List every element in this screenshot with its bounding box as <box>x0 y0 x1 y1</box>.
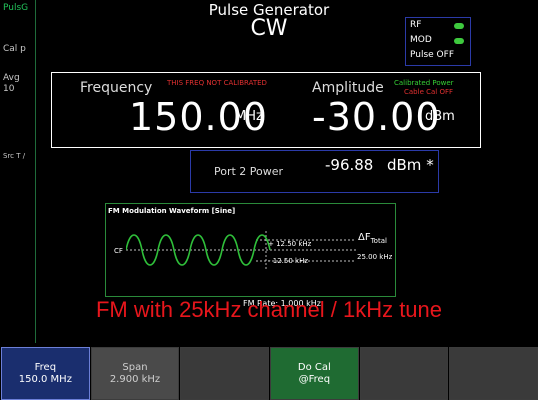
status-panel: RF MOD Pulse OFF <box>405 17 471 66</box>
frequency-unit: MHz <box>235 109 263 124</box>
amplitude-label: Amplitude <box>312 80 384 96</box>
sidebar-item-avg: Avg <box>3 73 20 83</box>
fm-plus-deviation: + 12.50 kHz <box>268 240 312 248</box>
sidebar-item-cal: Cal p <box>3 44 26 54</box>
amplitude-unit: dBm <box>425 109 455 124</box>
sidebar-item-avg-value: 10 <box>3 84 15 94</box>
softkey-span[interactable]: Span 2.900 kHz <box>90 347 180 400</box>
pulse-status: Pulse OFF <box>410 50 454 60</box>
softkey-empty-3[interactable] <box>180 347 270 400</box>
softkey-label: Freq <box>34 361 57 373</box>
frequency-label: Frequency <box>80 80 153 96</box>
delta-f-total-value: 25.00 kHz <box>357 253 393 261</box>
fm-minus-deviation: - 12.50 kHz <box>268 257 309 265</box>
sine-waveform-icon <box>126 231 356 270</box>
freq-amp-panel: Frequency THIS FREQ NOT CALIBRATED 150.0… <box>51 72 481 148</box>
sidebar-item-src: Src T / <box>3 152 26 160</box>
left-panel: PulsG Cal p Avg 10 Src T / <box>0 0 36 343</box>
softkey-empty-5[interactable] <box>359 347 449 400</box>
softkey-value: 2.900 kHz <box>109 373 161 385</box>
softkey-do-cal[interactable]: Do Cal @Freq <box>270 347 359 400</box>
annotation-overlay: FM with 25kHz channel / 1kHz tune <box>95 297 443 322</box>
delta-f-symbol: ΔF <box>358 232 371 243</box>
mod-indicator-icon <box>454 38 464 44</box>
softkey-label: Do Cal <box>297 361 331 373</box>
fm-modulation-panel: FM Modulation Waveform [Sine] CF + 12.50… <box>105 203 396 308</box>
softkey-value: 150.0 MHz <box>18 373 72 385</box>
amplitude-value[interactable]: -30.00 <box>312 95 441 139</box>
port2-unit: dBm * <box>387 156 434 174</box>
softkey-value: @Freq <box>298 373 331 385</box>
port2-value: -96.88 <box>325 156 374 174</box>
port2-panel: Port 2 Power -96.88 dBm * <box>190 150 439 193</box>
rf-indicator-icon <box>454 23 464 29</box>
calibrated-power-label: Calibrated Power <box>394 79 454 87</box>
rf-label: RF <box>410 20 422 30</box>
delta-f-total: Total <box>370 237 387 245</box>
softkey-empty-6[interactable] <box>449 347 538 400</box>
cf-label: CF <box>114 247 123 255</box>
softkey-label: Span <box>122 361 148 373</box>
softkey-bar: Freq 150.0 MHz Span 2.900 kHz Do Cal @Fr… <box>0 347 538 400</box>
softkey-freq[interactable]: Freq 150.0 MHz <box>1 347 90 400</box>
port2-label: Port 2 Power <box>214 165 284 178</box>
mod-label: MOD <box>410 35 432 45</box>
delta-f-label: ΔFTotal <box>358 232 387 245</box>
freq-not-calibrated-warning: THIS FREQ NOT CALIBRATED <box>167 79 267 87</box>
fm-panel-title: FM Modulation Waveform [Sine] <box>108 207 236 215</box>
